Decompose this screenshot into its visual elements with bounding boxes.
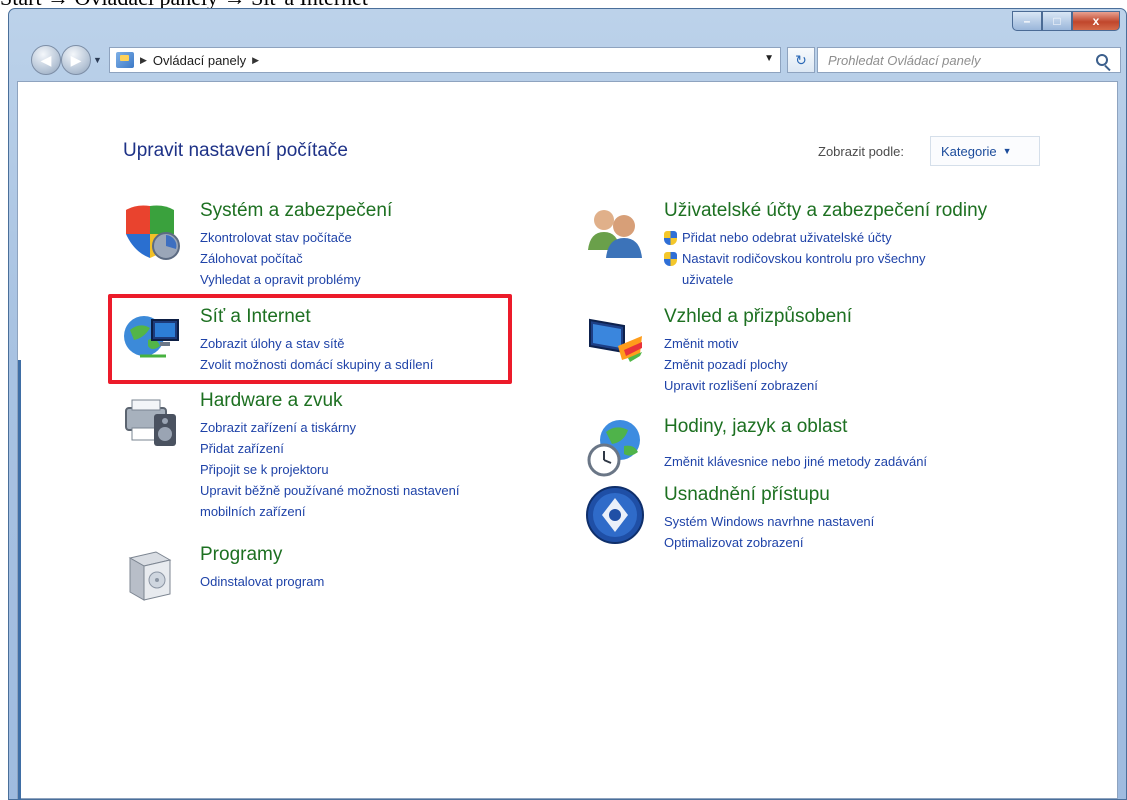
back-button[interactable]: ◀ (31, 45, 61, 75)
minimize-button[interactable]: – (1012, 11, 1042, 31)
view-by-label: Zobrazit podle: (818, 144, 904, 159)
view-by-dropdown[interactable]: Kategorie ▼ (930, 136, 1040, 166)
category-links: Změnit klávesnice nebo jiné metody zadáv… (664, 443, 927, 472)
view-by-value: Kategorie (941, 143, 997, 159)
navigation-bar: ◀ ▶ ▼ ▶ Ovládací panely ▶ ▼ ↻ (17, 43, 1125, 77)
window-controls: – □ x (1012, 11, 1120, 33)
link-connect-projector[interactable]: Připojit se k projektoru (200, 459, 459, 480)
category-title[interactable]: Programy (200, 544, 282, 566)
search-box[interactable] (817, 47, 1121, 73)
breadcrumb-separator-icon[interactable]: ▶ (252, 55, 259, 66)
maximize-button[interactable]: □ (1042, 11, 1072, 31)
appearance-monitor-icon[interactable] (584, 306, 646, 368)
users-icon[interactable] (584, 200, 646, 262)
category-title[interactable]: Hardware a zvuk (200, 390, 343, 412)
category-title[interactable]: Vzhled a přizpůsobení (664, 306, 852, 328)
page-title: Upravit nastavení počítače (123, 140, 348, 161)
category-title[interactable]: Usnadnění přístupu (664, 484, 830, 506)
close-button[interactable]: x (1072, 11, 1120, 31)
breadcrumb-separator-icon[interactable]: ▶ (140, 55, 147, 66)
printer-speaker-icon[interactable] (120, 390, 182, 452)
link-parental-controls-cont[interactable]: uživatele (664, 269, 926, 290)
link-change-background[interactable]: Změnit pozadí plochy (664, 354, 818, 375)
link-recommended-settings[interactable]: Systém Windows navrhne nastavení (664, 511, 874, 532)
link-optimize-display[interactable]: Optimalizovat zobrazení (664, 532, 874, 553)
clock-globe-icon[interactable] (584, 416, 646, 478)
control-panel-window: – □ x ◀ ▶ ▼ ▶ Ovládací panely ▶ ▼ ↻ Upra… (8, 8, 1127, 800)
category-links: Odinstalovat program (200, 571, 324, 592)
link-mobility-settings[interactable]: Upravit běžně používané možnosti nastave… (200, 480, 459, 501)
category-links: Zkontrolovat stav počítače Zálohovat poč… (200, 227, 361, 290)
category-title[interactable]: Hodiny, jazyk a oblast (664, 416, 847, 438)
security-shield-icon[interactable] (120, 200, 182, 262)
link-change-keyboards[interactable]: Změnit klávesnice nebo jiné metody zadáv… (664, 451, 927, 472)
category-links: Zobrazit zařízení a tiskárny Přidat zaří… (200, 417, 459, 522)
link-find-fix-problems[interactable]: Vyhledat a opravit problémy (200, 269, 361, 290)
link-parental-controls[interactable]: Nastavit rodičovskou kontrolu pro všechn… (664, 248, 926, 269)
search-input[interactable] (826, 48, 1096, 72)
accessibility-icon[interactable] (584, 484, 646, 546)
link-uninstall-program[interactable]: Odinstalovat program (200, 571, 324, 592)
link-check-computer-status[interactable]: Zkontrolovat stav počítače (200, 227, 361, 248)
link-add-device[interactable]: Přidat zařízení (200, 438, 459, 459)
refresh-button[interactable]: ↻ (787, 47, 815, 73)
category-title[interactable]: Uživatelské účty a zabezpečení rodiny (664, 200, 987, 222)
address-dropdown-icon[interactable]: ▼ (764, 53, 774, 64)
forward-button[interactable]: ▶ (61, 45, 91, 75)
main-content: Upravit nastavení počítače Zobrazit podl… (17, 81, 1118, 800)
search-icon[interactable] (1096, 54, 1108, 66)
network-highlight-box (108, 294, 512, 384)
link-adjust-resolution[interactable]: Upravit rozlišení zobrazení (664, 375, 818, 396)
link-backup-computer[interactable]: Zálohovat počítač (200, 248, 361, 269)
category-links: Změnit motiv Změnit pozadí plochy Upravi… (664, 333, 818, 396)
link-change-theme[interactable]: Změnit motiv (664, 333, 818, 354)
programs-box-icon[interactable] (120, 544, 182, 606)
recent-pages-dropdown-icon[interactable]: ▼ (93, 55, 102, 65)
scroll-edge (18, 360, 21, 800)
link-add-remove-accounts[interactable]: Přidat nebo odebrat uživatelské účty (664, 227, 926, 248)
chevron-down-icon: ▼ (1002, 146, 1012, 156)
control-panel-icon (116, 52, 134, 68)
breadcrumb-control-panel[interactable]: Ovládací panely (153, 53, 246, 68)
category-links: Systém Windows navrhne nastavení Optimal… (664, 511, 874, 553)
link-mobility-settings-cont[interactable]: mobilních zařízení (200, 501, 459, 522)
category-links: Přidat nebo odebrat uživatelské účty Nas… (664, 227, 926, 290)
address-bar[interactable]: ▶ Ovládací panely ▶ ▼ (109, 47, 781, 73)
category-title[interactable]: Systém a zabezpečení (200, 200, 392, 222)
link-devices-printers[interactable]: Zobrazit zařízení a tiskárny (200, 417, 459, 438)
